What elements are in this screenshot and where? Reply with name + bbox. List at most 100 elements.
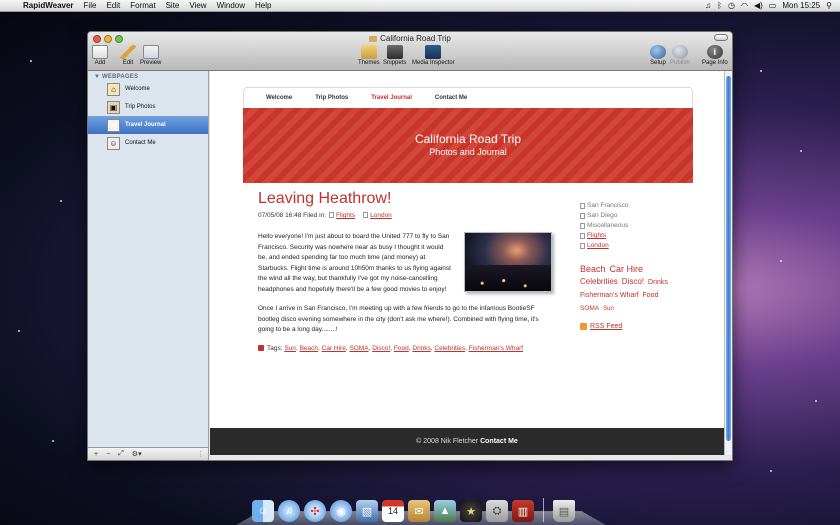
post-category-link[interactable]: Flights xyxy=(336,212,355,219)
site-footer: © 2008 Nik Fletcher Contact Me xyxy=(210,428,724,455)
tag-link[interactable]: Beach xyxy=(300,345,318,352)
menu-site[interactable]: Site xyxy=(161,1,185,10)
site-nav-contact-me[interactable]: Contact Me xyxy=(435,95,467,101)
rss-icon xyxy=(580,323,587,330)
post-title[interactable]: Leaving Heathrow! xyxy=(258,190,552,208)
sidebar-item-label: Welcome xyxy=(125,86,150,92)
site-banner: California Road Trip Photos and Journal xyxy=(243,108,693,183)
sidebar-item-contact-me[interactable]: ☺ Contact Me xyxy=(88,134,208,152)
tag-link[interactable]: Celebrities xyxy=(434,345,465,352)
page-info-button[interactable]: i Page Info xyxy=(702,45,728,66)
iphoto-icon[interactable]: ▲ xyxy=(434,500,456,522)
battery-icon[interactable]: ▭ xyxy=(769,1,777,10)
sidebar-heading[interactable]: ▼ WEBPAGES xyxy=(88,71,208,80)
bluetooth-icon[interactable]: ᛒ xyxy=(717,1,722,10)
sidebar-item-welcome[interactable]: ⌂ Welcome xyxy=(88,80,208,98)
cloud-tag[interactable]: Celebrities xyxy=(580,277,618,286)
wifi-icon[interactable]: ◠ xyxy=(741,1,748,10)
tag-icon xyxy=(258,344,264,351)
media-inspector-button[interactable]: Media Inspector xyxy=(412,45,455,66)
menu-edit[interactable]: Edit xyxy=(101,1,125,10)
add-page-button[interactable]: + xyxy=(94,451,98,458)
ical-icon[interactable]: 14 xyxy=(382,500,404,522)
themes-button[interactable]: Themes xyxy=(358,45,380,66)
sidebar: ▼ WEBPAGES ⌂ Welcome ▣ Trip Photos ≡ Tra… xyxy=(88,71,209,460)
sidebar-item-trip-photos[interactable]: ▣ Trip Photos xyxy=(88,98,208,116)
resize-grip-icon[interactable]: ⋮ xyxy=(197,450,204,458)
disk-utility-icon[interactable]: ⛭ xyxy=(486,500,508,522)
clock[interactable]: Mon 15:25 xyxy=(782,1,820,10)
site-nav-travel-journal[interactable]: Travel Journal xyxy=(371,95,412,101)
cloud-tag[interactable]: Fisherman's Wharf xyxy=(580,292,639,299)
photo-booth-icon[interactable]: ▥ xyxy=(512,500,534,522)
vertical-scrollbar[interactable] xyxy=(724,71,732,455)
finder-icon[interactable]: ☺ xyxy=(252,500,274,522)
photo-album-icon: ▣ xyxy=(107,100,120,114)
publish-button[interactable]: Publish xyxy=(670,45,690,66)
cloud-tag[interactable]: Drinks xyxy=(648,279,668,286)
title-bar: California Road Trip Add Edit Preview Th… xyxy=(88,32,732,71)
cloud-tag[interactable]: Disco! xyxy=(622,277,644,286)
contact-icon: ☺ xyxy=(107,136,120,150)
menu-window[interactable]: Window xyxy=(212,1,250,10)
cloud-tag[interactable]: Sun xyxy=(603,306,614,312)
tag-link[interactable]: SOMA xyxy=(349,345,368,352)
preview-app-icon[interactable]: ▧ xyxy=(356,500,378,522)
ichat-icon[interactable]: ◉ xyxy=(330,500,352,522)
cloud-tag[interactable]: SOMA xyxy=(580,305,599,312)
tags-label: Tags: xyxy=(267,344,283,352)
category-icon xyxy=(580,212,585,219)
tag-link[interactable]: Sun xyxy=(284,345,296,352)
volume-icon[interactable]: ◀) xyxy=(754,1,763,10)
preview-button[interactable]: Preview xyxy=(140,45,161,66)
menu-help[interactable]: Help xyxy=(250,1,276,10)
category-icon xyxy=(580,242,585,249)
media-inspector-icon xyxy=(425,45,442,59)
rss-feed[interactable]: RSS Feed xyxy=(580,323,690,330)
tag-link[interactable]: Car Hire xyxy=(322,345,346,352)
preview-icon xyxy=(142,45,159,59)
expand-button[interactable]: ⤢ xyxy=(118,450,124,458)
sidebar-item-travel-journal[interactable]: ≡ Travel Journal xyxy=(88,116,208,134)
category-item[interactable]: San Diego xyxy=(580,212,690,219)
tag-link[interactable]: Drinks xyxy=(412,345,430,352)
time-machine-icon[interactable]: ◷ xyxy=(728,1,735,10)
category-item[interactable]: San Francisco xyxy=(580,202,690,209)
action-menu-button[interactable]: ⚙▾ xyxy=(132,450,142,458)
sidebar-item-label: Trip Photos xyxy=(125,104,156,110)
music-note-icon[interactable]: ♫ xyxy=(705,1,711,10)
tag-link[interactable]: Disco! xyxy=(372,345,390,352)
menu-file[interactable]: File xyxy=(79,1,102,10)
post-category-link[interactable]: London xyxy=(370,212,392,219)
trash-icon[interactable]: ▤ xyxy=(553,500,575,522)
site-nav-welcome[interactable]: Welcome xyxy=(266,95,292,101)
category-item[interactable]: Flights xyxy=(580,232,690,239)
snippets-button[interactable]: Snippets xyxy=(383,45,406,66)
tag-link[interactable]: Food xyxy=(394,345,409,352)
safari-icon[interactable]: ✣ xyxy=(304,500,326,522)
spotlight-icon[interactable]: ⚲ xyxy=(826,1,832,10)
site-nav-trip-photos[interactable]: Trip Photos xyxy=(315,95,348,101)
footer-contact-link[interactable]: Contact Me xyxy=(480,438,518,445)
mail-icon[interactable]: ✉ xyxy=(408,500,430,522)
cloud-tag[interactable]: Food xyxy=(643,292,659,299)
menu-format[interactable]: Format xyxy=(125,1,160,10)
snippets-icon xyxy=(386,45,403,59)
category-item[interactable]: Miscellaneous xyxy=(580,222,690,229)
tag-link[interactable]: Fisherman's Wharf xyxy=(469,345,523,352)
edit-button[interactable]: Edit xyxy=(120,45,136,66)
post-photo[interactable] xyxy=(464,232,552,292)
toolbar-toggle-button[interactable] xyxy=(714,34,728,41)
cloud-tag[interactable]: Car Hire xyxy=(610,264,644,274)
cloud-tag[interactable]: Beach xyxy=(580,264,606,274)
setup-button[interactable]: Setup xyxy=(650,45,666,66)
scrollbar-thumb[interactable] xyxy=(726,76,731,441)
add-button[interactable]: Add xyxy=(92,45,108,66)
menu-bar: RapidWeaver File Edit Format Site View W… xyxy=(0,0,840,12)
category-item[interactable]: London xyxy=(580,242,690,249)
remove-page-button[interactable]: − xyxy=(106,451,110,458)
itunes-icon[interactable]: ♫ xyxy=(278,500,300,522)
rapidweaver-icon[interactable]: ★ xyxy=(460,500,482,522)
menu-view[interactable]: View xyxy=(184,1,211,10)
menu-app-name[interactable]: RapidWeaver xyxy=(18,1,79,10)
